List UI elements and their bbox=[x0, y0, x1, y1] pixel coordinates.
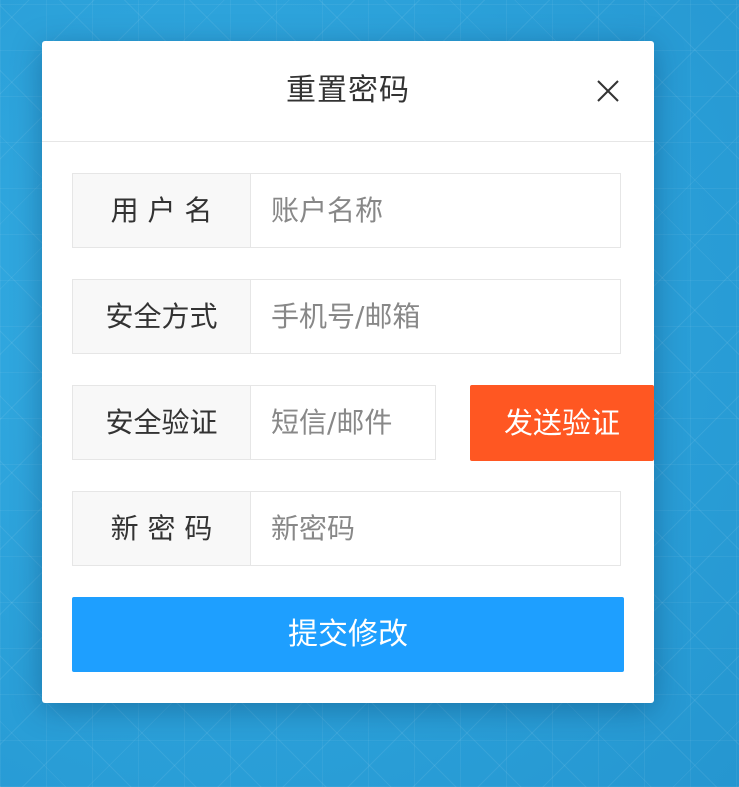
new-password-label: 新 密 码 bbox=[72, 491, 251, 566]
verification-code-input[interactable] bbox=[250, 385, 436, 460]
submit-button[interactable]: 提交修改 bbox=[72, 597, 624, 672]
send-verification-button[interactable]: 发送验证 bbox=[470, 385, 654, 461]
new-password-row: 新 密 码 bbox=[72, 491, 624, 566]
username-input[interactable] bbox=[250, 173, 621, 248]
reset-password-dialog: 重置密码 用 户 名 安全方式 安全验证 发送验证 新 密 码 提交修改 bbox=[42, 41, 654, 703]
security-method-row: 安全方式 bbox=[72, 279, 624, 354]
verification-row: 安全验证 发送验证 bbox=[72, 385, 654, 461]
security-method-label: 安全方式 bbox=[72, 279, 251, 354]
username-label: 用 户 名 bbox=[72, 173, 251, 248]
close-icon[interactable] bbox=[596, 79, 620, 103]
username-row: 用 户 名 bbox=[72, 173, 624, 248]
dialog-title: 重置密码 bbox=[286, 73, 410, 108]
security-method-input[interactable] bbox=[250, 279, 621, 354]
new-password-input[interactable] bbox=[250, 491, 621, 566]
verification-label: 安全验证 bbox=[72, 385, 251, 460]
dialog-header: 重置密码 bbox=[42, 41, 654, 142]
